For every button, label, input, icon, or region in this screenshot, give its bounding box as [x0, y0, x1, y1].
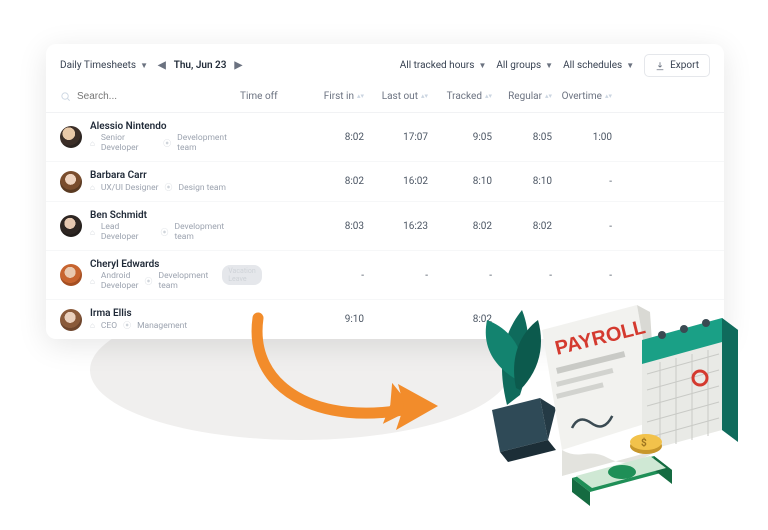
date-navigator: ◀ Thu, Jun 23 ▶ — [158, 60, 242, 71]
cell-firstin: - — [361, 270, 364, 281]
cell-regular: 8:05 — [533, 132, 552, 143]
cell-tracked: 8:02 — [473, 314, 492, 325]
col-overtime[interactable]: Overtime▴▾ — [562, 91, 612, 102]
cell-lastout: 16:23 — [403, 221, 428, 232]
col-lastout[interactable]: Last out▴▾ — [382, 91, 428, 102]
briefcase-icon: ⌂ — [90, 228, 95, 237]
table-row[interactable]: Ben Schmidt ⌂Lead Developer ⦿Development… — [46, 202, 724, 251]
team-icon: ⦿ — [165, 182, 173, 193]
briefcase-icon: ⌂ — [90, 277, 95, 286]
cell-lastout: 16:02 — [403, 176, 428, 187]
table-row[interactable]: Alessio Nintendo ⌂Senior Developer ⦿Deve… — [46, 113, 724, 162]
cell-tracked: 9:05 — [473, 132, 492, 143]
download-icon — [655, 61, 665, 71]
briefcase-icon: ⌂ — [90, 183, 95, 192]
sort-icon: ▴▾ — [545, 93, 552, 100]
cell-overtime: - — [609, 270, 612, 281]
filter-hours-label: All tracked hours — [400, 60, 475, 71]
person-name: Cheryl Edwards — [90, 259, 208, 270]
cell-lastout: 17:07 — [403, 132, 428, 143]
view-dropdown[interactable]: Daily Timesheets ▼ — [60, 60, 148, 71]
cell-tracked: 8:02 — [473, 221, 492, 232]
person-name: Ben Schmidt — [90, 210, 240, 221]
table-row[interactable]: Cheryl Edwards ⌂Android Developer ⦿Devel… — [46, 251, 724, 300]
next-day-button[interactable]: ▶ — [234, 60, 242, 71]
export-button[interactable]: Export — [644, 54, 710, 77]
person-name: Barbara Carr — [90, 170, 226, 181]
cell-firstin: 8:02 — [345, 176, 364, 187]
column-headers: Time off First in▴▾ Last out▴▾ Tracked▴▾… — [240, 91, 710, 102]
filter-schedules-label: All schedules — [563, 60, 622, 71]
chevron-down-icon: ▼ — [478, 61, 486, 70]
cell-lastout: - — [425, 270, 428, 281]
cell-overtime: - — [609, 176, 612, 187]
person-name: Alessio Nintendo — [90, 121, 240, 132]
col-tracked[interactable]: Tracked▴▾ — [447, 91, 492, 102]
cell-firstin: 8:03 — [345, 221, 364, 232]
search-input[interactable] — [77, 91, 217, 102]
prev-day-button[interactable]: ◀ — [158, 60, 166, 71]
export-label: Export — [670, 60, 699, 71]
team-icon: ⦿ — [160, 227, 168, 238]
search-icon — [60, 91, 71, 102]
col-regular[interactable]: Regular▴▾ — [508, 91, 552, 102]
table-row[interactable]: Irma Ellis ⌂CEO ⦿Management 9:10 8:02 :0… — [46, 300, 724, 339]
filter-groups-label: All groups — [496, 60, 541, 71]
timesheet-panel: Daily Timesheets ▼ ◀ Thu, Jun 23 ▶ All t… — [46, 44, 724, 339]
search-field[interactable] — [60, 91, 240, 102]
team-icon: ⦿ — [163, 138, 171, 149]
filter-schedules-dropdown[interactable]: All schedules ▼ — [563, 60, 634, 71]
timesheet-rows: Alessio Nintendo ⌂Senior Developer ⦿Deve… — [46, 113, 724, 339]
chevron-down-icon: ▼ — [140, 61, 148, 70]
sort-icon: ▴▾ — [485, 93, 492, 100]
avatar — [60, 126, 82, 148]
avatar — [60, 264, 82, 286]
briefcase-icon: ⌂ — [90, 321, 95, 330]
team-icon: ⦿ — [145, 276, 153, 287]
table-row[interactable]: Barbara Carr ⌂UX/UI Designer ⦿Design tea… — [46, 162, 724, 202]
cell-regular: 8:02 — [533, 221, 552, 232]
view-label: Daily Timesheets — [60, 60, 136, 71]
avatar — [60, 215, 82, 237]
svg-text:$: $ — [641, 436, 647, 449]
header-row: Time off First in▴▾ Last out▴▾ Tracked▴▾… — [46, 85, 724, 113]
cell-overtime: - — [609, 221, 612, 232]
cell-regular: - — [549, 270, 552, 281]
cell-regular: 8:10 — [533, 176, 552, 187]
person-name: Irma Ellis — [90, 308, 187, 319]
avatar — [60, 171, 82, 193]
cell-firstin: 9:10 — [345, 314, 364, 325]
avatar — [60, 309, 82, 331]
cell-tracked: - — [489, 270, 492, 281]
sort-icon: ▴▾ — [421, 93, 428, 100]
team-icon: ⦿ — [123, 320, 131, 331]
briefcase-icon: ⌂ — [90, 139, 95, 148]
cell-firstin: 8:02 — [345, 132, 364, 143]
date-label: Thu, Jun 23 — [174, 60, 227, 71]
filter-hours-dropdown[interactable]: All tracked hours ▼ — [400, 60, 487, 71]
cell-tracked: 8:10 — [473, 176, 492, 187]
chevron-down-icon: ▼ — [626, 61, 634, 70]
chevron-down-icon: ▼ — [545, 61, 553, 70]
sort-icon: ▴▾ — [357, 93, 364, 100]
cell-overtime: 1:00 — [593, 132, 612, 143]
money-icon: $ — [572, 434, 672, 506]
sort-icon: ▴▾ — [605, 93, 612, 100]
filter-groups-dropdown[interactable]: All groups ▼ — [496, 60, 553, 71]
cell-overtime: :02 — [598, 314, 612, 325]
col-firstin[interactable]: First in▴▾ — [324, 91, 364, 102]
col-timeoff[interactable]: Time off — [240, 91, 278, 102]
toolbar: Daily Timesheets ▼ ◀ Thu, Jun 23 ▶ All t… — [46, 44, 724, 85]
